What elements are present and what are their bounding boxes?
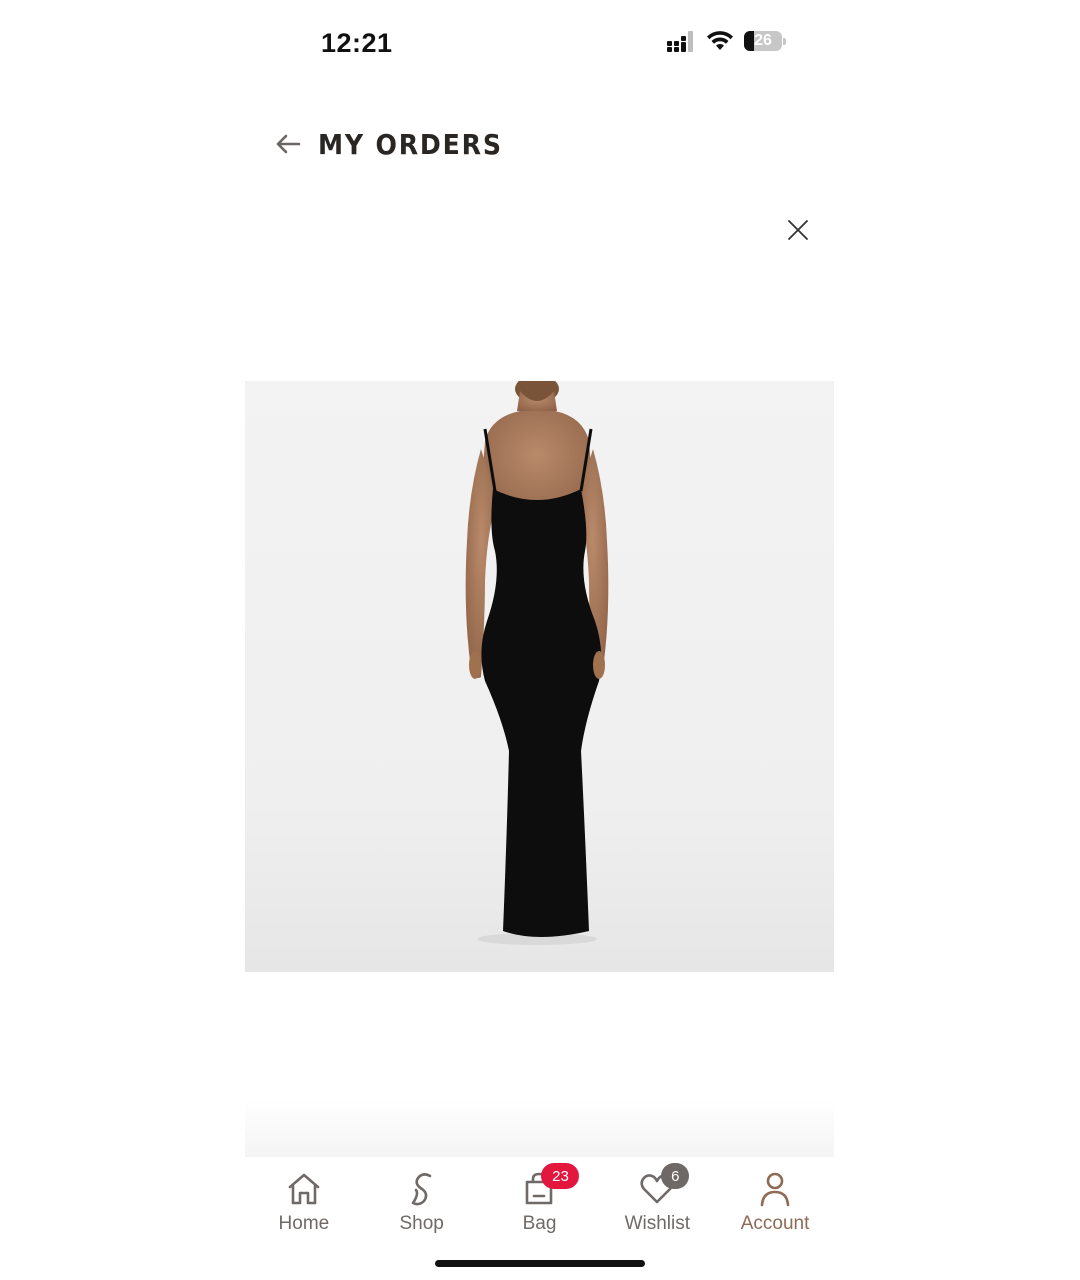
tab-wishlist-label: Wishlist — [624, 1213, 691, 1234]
shop-s-icon — [411, 1173, 431, 1206]
shop-icon-wrap — [402, 1169, 442, 1209]
bottom-fade — [245, 1100, 834, 1158]
product-photo — [245, 381, 834, 972]
arrow-left-icon — [276, 134, 301, 154]
page-title: MY ORDERS — [318, 128, 503, 161]
bottom-tab-bar: Home Shop 23 Bag 6 Wishlist Account — [245, 1157, 834, 1247]
tab-home[interactable]: Home — [245, 1157, 363, 1247]
battery-icon: 26 — [744, 31, 782, 51]
wishlist-count-badge: 6 — [661, 1163, 690, 1189]
tab-shop-label: Shop — [399, 1213, 444, 1234]
product-image[interactable] — [245, 381, 834, 972]
wifi-icon — [707, 31, 733, 50]
tab-account[interactable]: Account — [716, 1157, 834, 1247]
account-icon-wrap — [755, 1169, 795, 1209]
tab-account-label: Account — [740, 1213, 810, 1234]
home-icon — [288, 1173, 320, 1205]
bag-icon-wrap: 23 — [519, 1163, 580, 1209]
cellular-signal-icon — [667, 31, 693, 52]
tab-home-label: Home — [278, 1213, 330, 1234]
tab-wishlist[interactable]: 6 Wishlist — [598, 1157, 716, 1247]
tab-bag[interactable]: 23 Bag — [481, 1157, 599, 1247]
home-icon-wrap — [284, 1169, 324, 1209]
status-icons: 26 — [666, 30, 786, 52]
battery-tip — [783, 37, 786, 45]
back-button[interactable] — [270, 126, 306, 162]
status-time: 12:21 — [321, 28, 393, 58]
tab-shop[interactable]: Shop — [363, 1157, 481, 1247]
battery-level: 26 — [754, 32, 772, 49]
close-button[interactable] — [780, 212, 816, 248]
close-icon — [788, 220, 808, 240]
home-indicator — [435, 1260, 645, 1267]
bag-count-badge: 23 — [541, 1163, 580, 1189]
heart-icon-wrap: 6 — [637, 1163, 690, 1209]
account-icon — [760, 1172, 790, 1207]
tab-bag-label: Bag — [522, 1213, 557, 1234]
